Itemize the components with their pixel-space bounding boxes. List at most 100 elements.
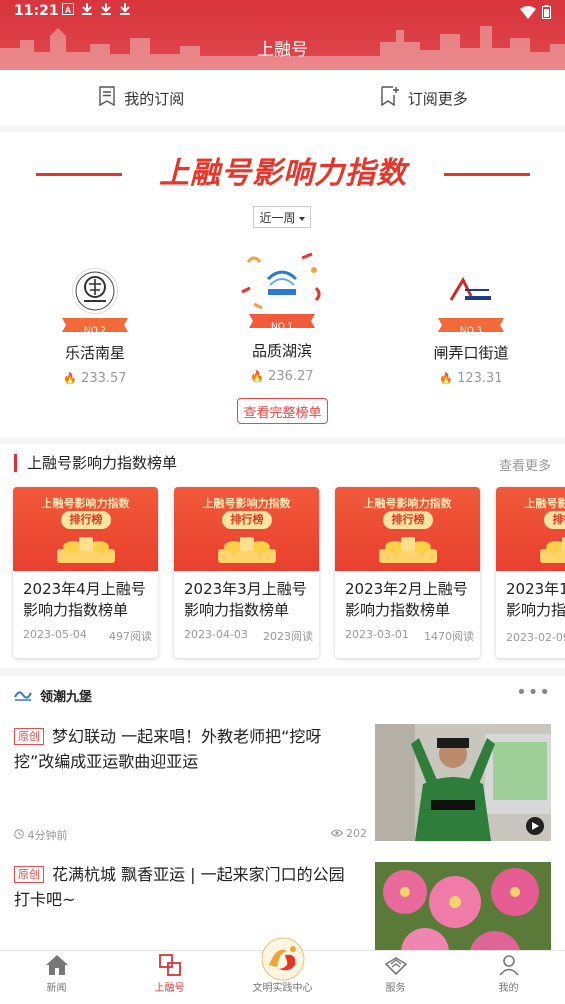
- card-date: 2023-02-09: [506, 631, 565, 644]
- download-icon: [100, 3, 112, 18]
- rank-3-score: 🔥 123.31: [439, 371, 503, 386]
- rank-2-score: 🔥 233.57: [63, 371, 127, 386]
- rank-3-name: 闸弄口街道: [433, 344, 509, 362]
- view-full-list-button[interactable]: 查看完整榜单: [237, 398, 328, 424]
- card-title: 2023年2月上融号影响力指数榜单: [345, 580, 468, 619]
- nav-service-label: 服务: [385, 983, 406, 994]
- article-views: 202: [330, 827, 367, 843]
- article-title: 原创 花满杭城 飘香亚运 | 一起来家门口的公园打卡吧~: [14, 865, 345, 909]
- leaderboard-card[interactable]: 上融号影响力指数 排行榜 2023年4月上融号影响力指数榜单 2023-05-0…: [13, 487, 158, 658]
- gold-ingot-icon: [540, 537, 565, 563]
- card-reads: 1470阅读: [424, 630, 474, 643]
- card-title: 2023年1月上融号影响力指数榜单: [506, 580, 565, 619]
- period-dropdown-label: 近一周: [259, 210, 296, 225]
- card-thumbnail: 上融号影响力指数 排行榜: [496, 487, 565, 571]
- download-icon: [81, 3, 93, 18]
- more-subscriptions-button[interactable]: 订阅更多: [283, 70, 565, 126]
- nav-civilization-center-label: 文明实践中心: [252, 983, 313, 994]
- nav-mine-label: 我的: [498, 983, 519, 994]
- card-meta: 2023-03-01 1470阅读: [345, 628, 474, 644]
- rank-item-3[interactable]: NO.3 闸弄口街道 🔥 123.31: [396, 268, 546, 386]
- app-screen: 11:21 A 上融号 我的订阅 订阅更多 上融号影响力指数 近一周 NO.2 …: [0, 0, 565, 1004]
- card-reads: 2023阅读: [263, 630, 313, 643]
- source-logo-icon: [14, 687, 32, 705]
- bookmark-list-icon: [98, 86, 116, 110]
- influence-banner: 上融号影响力指数: [36, 154, 530, 194]
- news-source-name: 领潮九堡: [40, 690, 93, 705]
- card-date: 2023-05-04: [23, 628, 87, 641]
- my-subscriptions-button[interactable]: 我的订阅: [0, 70, 283, 126]
- leaderboard-cards: 上融号影响力指数 排行榜 2023年4月上融号影响力指数榜单 2023-05-0…: [13, 487, 565, 658]
- flame-icon: 🔥: [63, 372, 78, 385]
- more-options-icon[interactable]: •••: [516, 682, 551, 703]
- card-meta: 2023-05-04 497阅读: [23, 628, 152, 644]
- card-meta: 2023-02-09: [506, 631, 565, 644]
- home-icon: [45, 952, 69, 976]
- flame-icon: 🔥: [250, 370, 265, 383]
- gold-ingot-icon: [218, 537, 276, 563]
- status-bar: 11:21 A: [0, 0, 565, 24]
- leaderboard-card[interactable]: 上融号影响力指数 排行榜 2023年3月上融号影响力指数榜单 2023-04-0…: [174, 487, 319, 658]
- battery-icon: [542, 4, 551, 23]
- rank-2-logo: [72, 268, 118, 314]
- card-thumbnail: 上融号影响力指数 排行榜: [174, 487, 319, 571]
- my-subscriptions-label: 我的订阅: [124, 89, 185, 108]
- nav-news-label: 新闻: [46, 983, 67, 994]
- page-title: 上融号: [257, 40, 308, 60]
- more-subscriptions-label: 订阅更多: [407, 89, 468, 108]
- rank-3-badge: NO.3: [438, 318, 504, 336]
- leaderboard-more-link[interactable]: 查看更多: [499, 455, 551, 474]
- leaderboard-card[interactable]: 上融号影响力指数 排行榜 2023年1月上融号影响力指数榜单 2023-02-0…: [496, 487, 565, 658]
- shangrong-icon: [158, 952, 181, 976]
- nav-news[interactable]: 新闻: [0, 951, 113, 1004]
- article-meta: 4分钟前 202: [14, 827, 367, 843]
- card-date: 2023-03-01: [345, 628, 409, 641]
- eye-icon: [330, 827, 347, 840]
- leaderboard-title: 上融号影响力指数榜单: [14, 454, 177, 472]
- svg-text:A: A: [65, 5, 72, 15]
- user-icon: [498, 952, 520, 976]
- gold-ingot-icon: [57, 537, 115, 563]
- original-tag: 原创: [14, 728, 44, 745]
- flame-icon: 🔥: [439, 372, 454, 385]
- nav-service[interactable]: 服务: [339, 951, 452, 1004]
- card-title: 2023年3月上融号影响力指数榜单: [184, 580, 307, 619]
- status-notification-icons: A: [62, 3, 131, 18]
- rank-1-badge: NO.1: [249, 314, 315, 332]
- civilization-center-icon[interactable]: [257, 937, 309, 981]
- article-time: 4分钟前: [14, 827, 68, 843]
- original-tag: 原创: [14, 866, 44, 883]
- subscription-bar: 我的订阅 订阅更多: [0, 70, 565, 126]
- caret-down-icon: [298, 210, 305, 224]
- gold-ingot-icon: [379, 537, 437, 563]
- card-thumbnail: 上融号影响力指数 排行榜: [335, 487, 480, 571]
- leaderboard-card[interactable]: 上融号影响力指数 排行榜 2023年2月上融号影响力指数榜单 2023-03-0…: [335, 487, 480, 658]
- status-system-icons: [520, 4, 551, 23]
- card-date: 2023-04-03: [184, 628, 248, 641]
- period-dropdown[interactable]: 近一周: [253, 206, 311, 228]
- bookmark-add-icon: [380, 86, 400, 110]
- leaderboard-section: 上融号影响力指数榜单 查看更多 上融号影响力指数 排行榜 2023年4月上融号影…: [0, 444, 565, 668]
- rank-1-logo: [259, 258, 305, 304]
- wifi-icon: [520, 4, 536, 23]
- rank-1-score: 🔥 236.27: [250, 369, 314, 384]
- rank-1-name: 品质湖滨: [251, 342, 312, 360]
- article-thumbnail: [375, 724, 551, 841]
- nav-shangrong-label: 上融号: [154, 983, 185, 994]
- banner-line-right: [444, 173, 530, 176]
- article-title: 原创 梦幻联动 一起来唱！外教老师把“挖呀挖”改编成亚运歌曲迎亚运: [14, 727, 322, 771]
- clock-icon: [14, 829, 28, 842]
- rank-item-1[interactable]: NO.1 品质湖滨 🔥 236.27: [207, 248, 357, 384]
- rank-item-2[interactable]: NO.2 乐活南星 🔥 233.57: [20, 268, 170, 386]
- card-thumbnail: 上融号影响力指数 排行榜: [13, 487, 158, 571]
- status-time: 11:21: [14, 3, 59, 19]
- nav-mine[interactable]: 我的: [452, 951, 565, 1004]
- nav-shangrong[interactable]: 上融号: [113, 951, 226, 1004]
- rank-3-logo: [448, 268, 494, 314]
- download-icon: [119, 3, 131, 18]
- handshake-icon: [384, 952, 408, 976]
- text-a-icon: A: [62, 3, 74, 18]
- rank-2-badge: NO.2: [62, 318, 128, 336]
- card-meta: 2023-04-03 2023阅读: [184, 628, 313, 644]
- news-source[interactable]: 领潮九堡: [14, 686, 92, 705]
